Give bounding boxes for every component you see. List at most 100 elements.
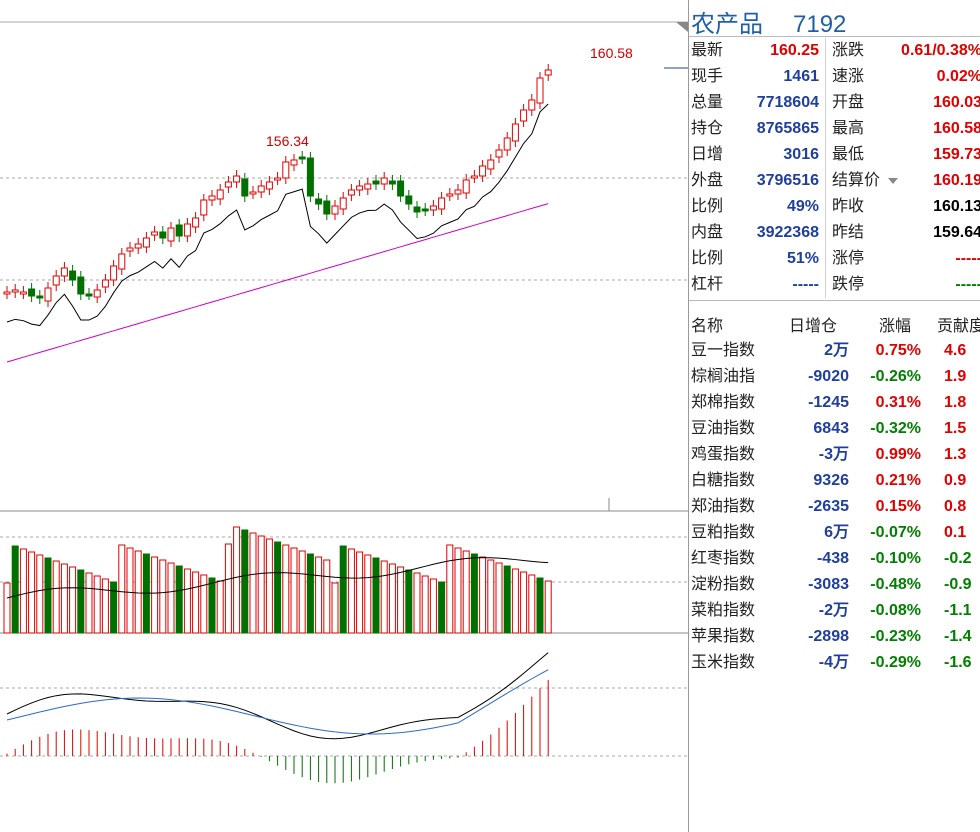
volume-bar (315, 556, 323, 634)
volume-bar (85, 572, 93, 634)
quote-label: 最高 (832, 120, 865, 137)
volume-bar (282, 544, 290, 634)
quote-row: 外盘 3796516 结算价 160.19 (689, 168, 980, 194)
quote-value: 160.13 (933, 198, 980, 215)
candle (249, 191, 257, 195)
volume-bar (380, 560, 388, 634)
constituent-chg: -0.23% (870, 628, 921, 645)
constituent-name: 红枣指数 (691, 550, 756, 567)
candle (200, 199, 208, 216)
volume-bar (216, 580, 224, 634)
constituent-chg: 0.75% (875, 342, 921, 359)
quote-value: 3922368 (756, 224, 819, 241)
volume-bar (470, 553, 478, 634)
candle (388, 180, 396, 185)
constituent-chg: 0.31% (875, 394, 921, 411)
quote-panel: 农产品 7192 最新 160.25 涨跌 0.61/0.38% 现手 1461 速涨 0.02… (688, 0, 980, 832)
volume-bar (413, 572, 421, 634)
quote-value: 160.25 (770, 42, 819, 59)
volume-bar (126, 547, 134, 634)
candle (175, 224, 183, 237)
volume-bar (11, 545, 19, 634)
constituent-oi: -9020 (808, 368, 849, 385)
constituent-row[interactable]: 白糖指数 9326 0.21% 0.9 (689, 468, 980, 494)
constituent-chg: -0.26% (870, 368, 921, 385)
quote-value: 159.73 (933, 146, 980, 163)
candle (347, 189, 355, 196)
candle (101, 279, 109, 288)
candle (110, 265, 118, 281)
volume-bar (429, 578, 437, 634)
quote-value: ----- (955, 250, 980, 267)
candle (495, 149, 503, 158)
volume-bar (3, 582, 11, 634)
candle (331, 205, 339, 215)
volume-bar (118, 544, 126, 634)
constituent-oi: -438 (816, 550, 849, 567)
constituent-name: 菜粕指数 (691, 602, 756, 619)
constituent-oi: 6万 (824, 524, 849, 541)
volume-bar (323, 559, 331, 634)
kline-chart[interactable]: 160.58 156.34 (0, 0, 688, 832)
quote-label: 涨跌 (832, 42, 865, 59)
constituent-oi: 2万 (824, 342, 849, 359)
candle (421, 208, 429, 212)
quote-label: 总量 (691, 94, 724, 111)
constituent-row[interactable]: 菜粕指数 -2万 -0.08% -1.1 (689, 598, 980, 624)
constituent-name: 鸡蛋指数 (691, 446, 756, 463)
volume-bar (151, 556, 159, 634)
candle (528, 99, 536, 111)
quote-label: 现手 (691, 68, 724, 85)
constituent-chg: 0.15% (875, 498, 921, 515)
constituent-row[interactable]: 豆一指数 2万 0.75% 4.6 (689, 338, 980, 364)
candle (85, 293, 93, 297)
candle (315, 198, 323, 205)
constituent-name: 玉米指数 (691, 654, 756, 671)
kline-chart-area[interactable]: 160.58 156.34 (0, 0, 688, 832)
volume-bar (167, 562, 175, 634)
constituent-row[interactable]: 豆粕指数 6万 -0.07% 0.1 (689, 520, 980, 546)
volume-bar (257, 535, 265, 634)
volume-bar (503, 565, 511, 634)
volume-bar (544, 580, 552, 634)
constituent-row[interactable]: 淀粉指数 -3083 -0.48% -0.9 (689, 572, 980, 598)
constituent-contrib: -1.1 (944, 602, 972, 619)
candle (167, 227, 175, 242)
candle (192, 217, 200, 228)
volume-bar (446, 544, 454, 634)
constituent-row[interactable]: 郑油指数 -2635 0.15% 0.8 (689, 494, 980, 520)
candle (438, 197, 446, 210)
constituent-oi: 6843 (813, 420, 849, 437)
constituent-row[interactable]: 豆油指数 6843 -0.32% 1.5 (689, 416, 980, 442)
constituent-oi: -3万 (818, 446, 849, 463)
volume-bar (200, 574, 208, 634)
constituent-chg: 0.21% (875, 472, 921, 489)
constituent-chg: -0.07% (870, 524, 921, 541)
constituent-name: 豆油指数 (691, 420, 756, 437)
quote-label: 外盘 (691, 172, 724, 189)
constituent-row[interactable]: 棕榈油指 -9020 -0.26% 1.9 (689, 364, 980, 390)
high-price-label: 160.58 (590, 45, 633, 61)
constituent-row[interactable]: 玉米指数 -4万 -0.29% -1.6 (689, 650, 980, 676)
candle (77, 276, 85, 295)
quote-label: 内盘 (691, 224, 724, 241)
constituent-row[interactable]: 郑棉指数 -1245 0.31% 1.8 (689, 390, 980, 416)
volume-bar (397, 566, 405, 634)
candle (413, 206, 421, 213)
constituent-row[interactable]: 鸡蛋指数 -3万 0.99% 1.3 (689, 442, 980, 468)
macd-dif-line (6, 652, 549, 740)
candle (52, 275, 60, 286)
volume-bar (528, 574, 536, 634)
volume-bar (290, 547, 298, 634)
candle (126, 247, 134, 252)
constituent-row[interactable]: 苹果指数 -2898 -0.23% -1.4 (689, 624, 980, 650)
quote-label: 最低 (832, 146, 865, 163)
candle (446, 193, 454, 197)
quote-value: 160.03 (933, 94, 980, 111)
quote-row: 比例 51% 涨停 ----- (689, 246, 980, 272)
constituent-contrib: 1.8 (944, 394, 967, 411)
candle (372, 180, 380, 185)
constituent-chg: -0.29% (870, 654, 921, 671)
candle (208, 195, 216, 201)
constituent-row[interactable]: 红枣指数 -438 -0.10% -0.2 (689, 546, 980, 572)
